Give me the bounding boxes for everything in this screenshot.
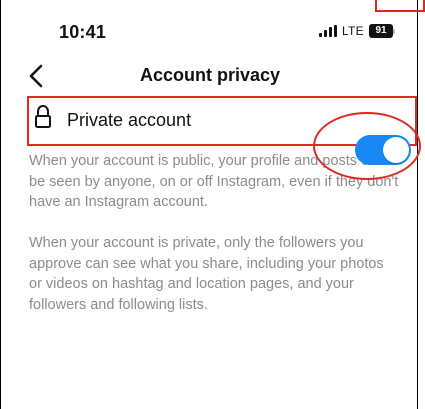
screen: 10:41 LTE 91 Account privacy Private acc…: [0, 0, 425, 409]
private-account-toggle[interactable]: [355, 135, 411, 165]
toggle-knob: [383, 137, 409, 163]
network-label: LTE: [341, 24, 364, 38]
nav-bar: Account privacy: [1, 62, 419, 90]
page-title: Account privacy: [139, 65, 281, 85]
private-account-label: Private account: [67, 110, 192, 130]
status-bar: 10:41 LTE 91: [1, 22, 419, 48]
lock-icon: [33, 104, 53, 130]
private-account-description: When your account is private, only the f…: [29, 235, 384, 313]
phone-frame: 10:41 LTE 91 Account privacy Private acc…: [0, 0, 418, 409]
status-time: 10:41: [59, 22, 107, 42]
battery-tip: [393, 28, 395, 34]
status-indicators: LTE 91: [318, 24, 395, 38]
battery-icon: 91: [369, 24, 395, 38]
public-account-description: When your account is public, your profil…: [29, 153, 399, 210]
signal-icon: [318, 25, 337, 37]
corner-annotation-mark: [375, 0, 425, 12]
battery-level: 91: [369, 24, 393, 38]
